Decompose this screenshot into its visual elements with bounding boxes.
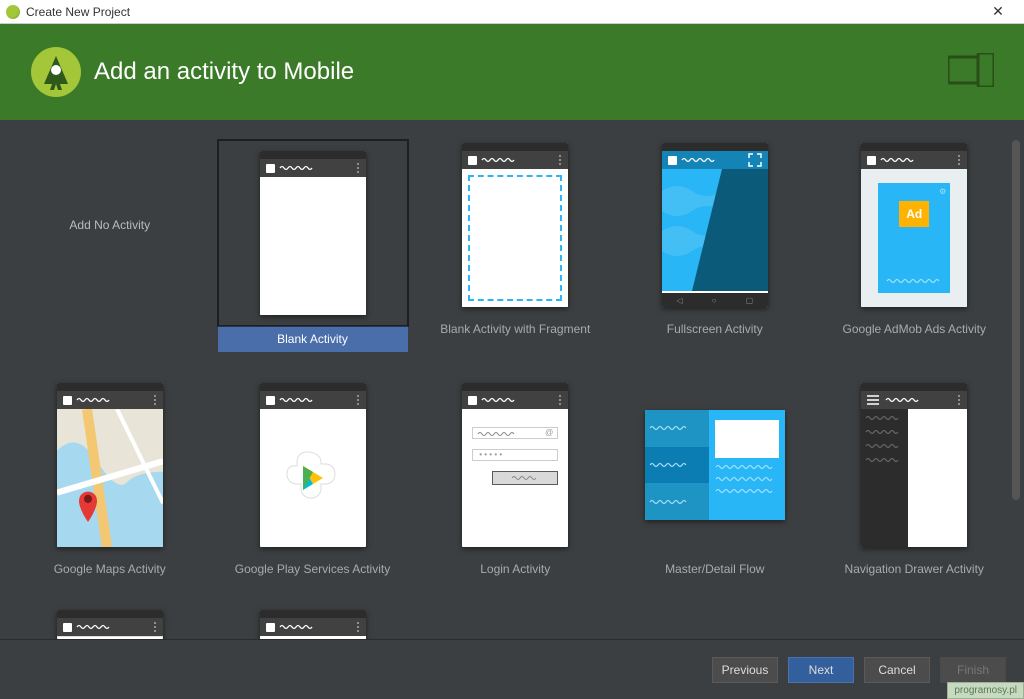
squiggle-icon: [886, 277, 942, 285]
window-title: Create New Project: [26, 5, 978, 19]
activity-card-blank[interactable]: Blank Activity: [218, 140, 408, 352]
activity-card-extra-1[interactable]: [18, 610, 202, 639]
gear-icon: ⚙: [939, 187, 946, 196]
activity-card-master-detail[interactable]: Master/Detail Flow: [623, 380, 807, 582]
app-icon: [867, 156, 876, 165]
activity-label: Blank Activity: [218, 326, 408, 352]
overflow-icon: [356, 395, 360, 405]
scrollbar[interactable]: [1012, 140, 1020, 500]
overflow-icon: [153, 395, 157, 405]
activity-card-maps[interactable]: Google Maps Activity: [18, 380, 202, 582]
activity-card-fullscreen[interactable]: ◁○▢ Fullscreen Activity: [623, 140, 807, 352]
next-button[interactable]: Next: [788, 657, 854, 683]
squiggle-icon: [279, 623, 313, 631]
wizard-header: Add an activity to Mobile: [0, 24, 1024, 120]
overflow-icon: [356, 622, 360, 632]
activity-label: Login Activity: [480, 556, 550, 582]
activity-card-admob[interactable]: ⚙ Ad Google AdMob Ads Activity: [823, 140, 1007, 352]
android-studio-logo-icon: [30, 46, 82, 98]
wizard-footer: Previous Next Cancel Finish: [0, 639, 1024, 699]
squiggle-icon: [481, 396, 515, 404]
page-title: Add an activity to Mobile: [94, 58, 948, 86]
android-studio-icon: [6, 5, 20, 19]
squiggle-icon: [481, 156, 515, 164]
squiggle-icon: [279, 164, 313, 172]
activity-card-login[interactable]: @ • • • • • Login Activity: [424, 380, 608, 582]
activity-label: Google AdMob Ads Activity: [843, 316, 986, 342]
squiggle-icon: [880, 156, 914, 164]
nav-bar-icon: ◁○▢: [662, 293, 768, 307]
login-submit-thumb: [492, 471, 558, 485]
window-titlebar: Create New Project ✕: [0, 0, 1024, 24]
squiggle-icon: [279, 396, 313, 404]
finish-button: Finish: [940, 657, 1006, 683]
squiggle-icon: [885, 396, 919, 404]
overflow-icon: [356, 163, 360, 173]
cancel-button[interactable]: Cancel: [864, 657, 930, 683]
close-icon[interactable]: ✕: [978, 2, 1018, 22]
app-icon: [468, 396, 477, 405]
activity-card-extra-2[interactable]: [218, 610, 408, 639]
app-icon: [668, 156, 677, 165]
activity-label: Fullscreen Activity: [667, 316, 763, 342]
activity-label: Google Maps Activity: [54, 556, 166, 582]
squiggle-icon: [76, 623, 110, 631]
activity-gallery: Add No Activity Blank Activity: [0, 120, 1024, 639]
app-icon: [468, 156, 477, 165]
app-icon: [266, 623, 275, 632]
app-icon: [266, 164, 275, 173]
previous-button[interactable]: Previous: [712, 657, 778, 683]
app-icon: [63, 396, 72, 405]
squiggle-icon: [76, 396, 110, 404]
activity-card-fragment[interactable]: Blank Activity with Fragment: [424, 140, 608, 352]
ad-badge: Ad: [899, 201, 929, 227]
app-icon: [266, 396, 275, 405]
google-play-icon: [283, 448, 343, 508]
activity-label: Master/Detail Flow: [665, 556, 764, 582]
overflow-icon: [558, 395, 562, 405]
watermark: programosy.pl: [947, 682, 1024, 699]
overflow-icon: [153, 622, 157, 632]
expand-icon: [748, 153, 762, 167]
app-icon: [63, 623, 72, 632]
overflow-icon: [957, 395, 961, 405]
activity-label: Google Play Services Activity: [235, 556, 390, 582]
activity-card-nav-drawer[interactable]: Navigation Drawer Activity: [823, 380, 1007, 582]
activity-card-none[interactable]: Add No Activity: [18, 140, 202, 352]
activity-label: Navigation Drawer Activity: [845, 556, 984, 582]
activity-label: Blank Activity with Fragment: [440, 316, 590, 342]
at-icon: @: [545, 428, 553, 437]
squiggle-icon: [477, 431, 517, 437]
device-form-factor-icon: [948, 53, 994, 92]
hamburger-icon: [867, 395, 879, 405]
activity-label: Add No Activity: [69, 218, 150, 232]
squiggle-icon: [681, 156, 715, 164]
overflow-icon: [558, 155, 562, 165]
activity-card-play-services[interactable]: Google Play Services Activity: [218, 380, 408, 582]
overflow-icon: [957, 155, 961, 165]
